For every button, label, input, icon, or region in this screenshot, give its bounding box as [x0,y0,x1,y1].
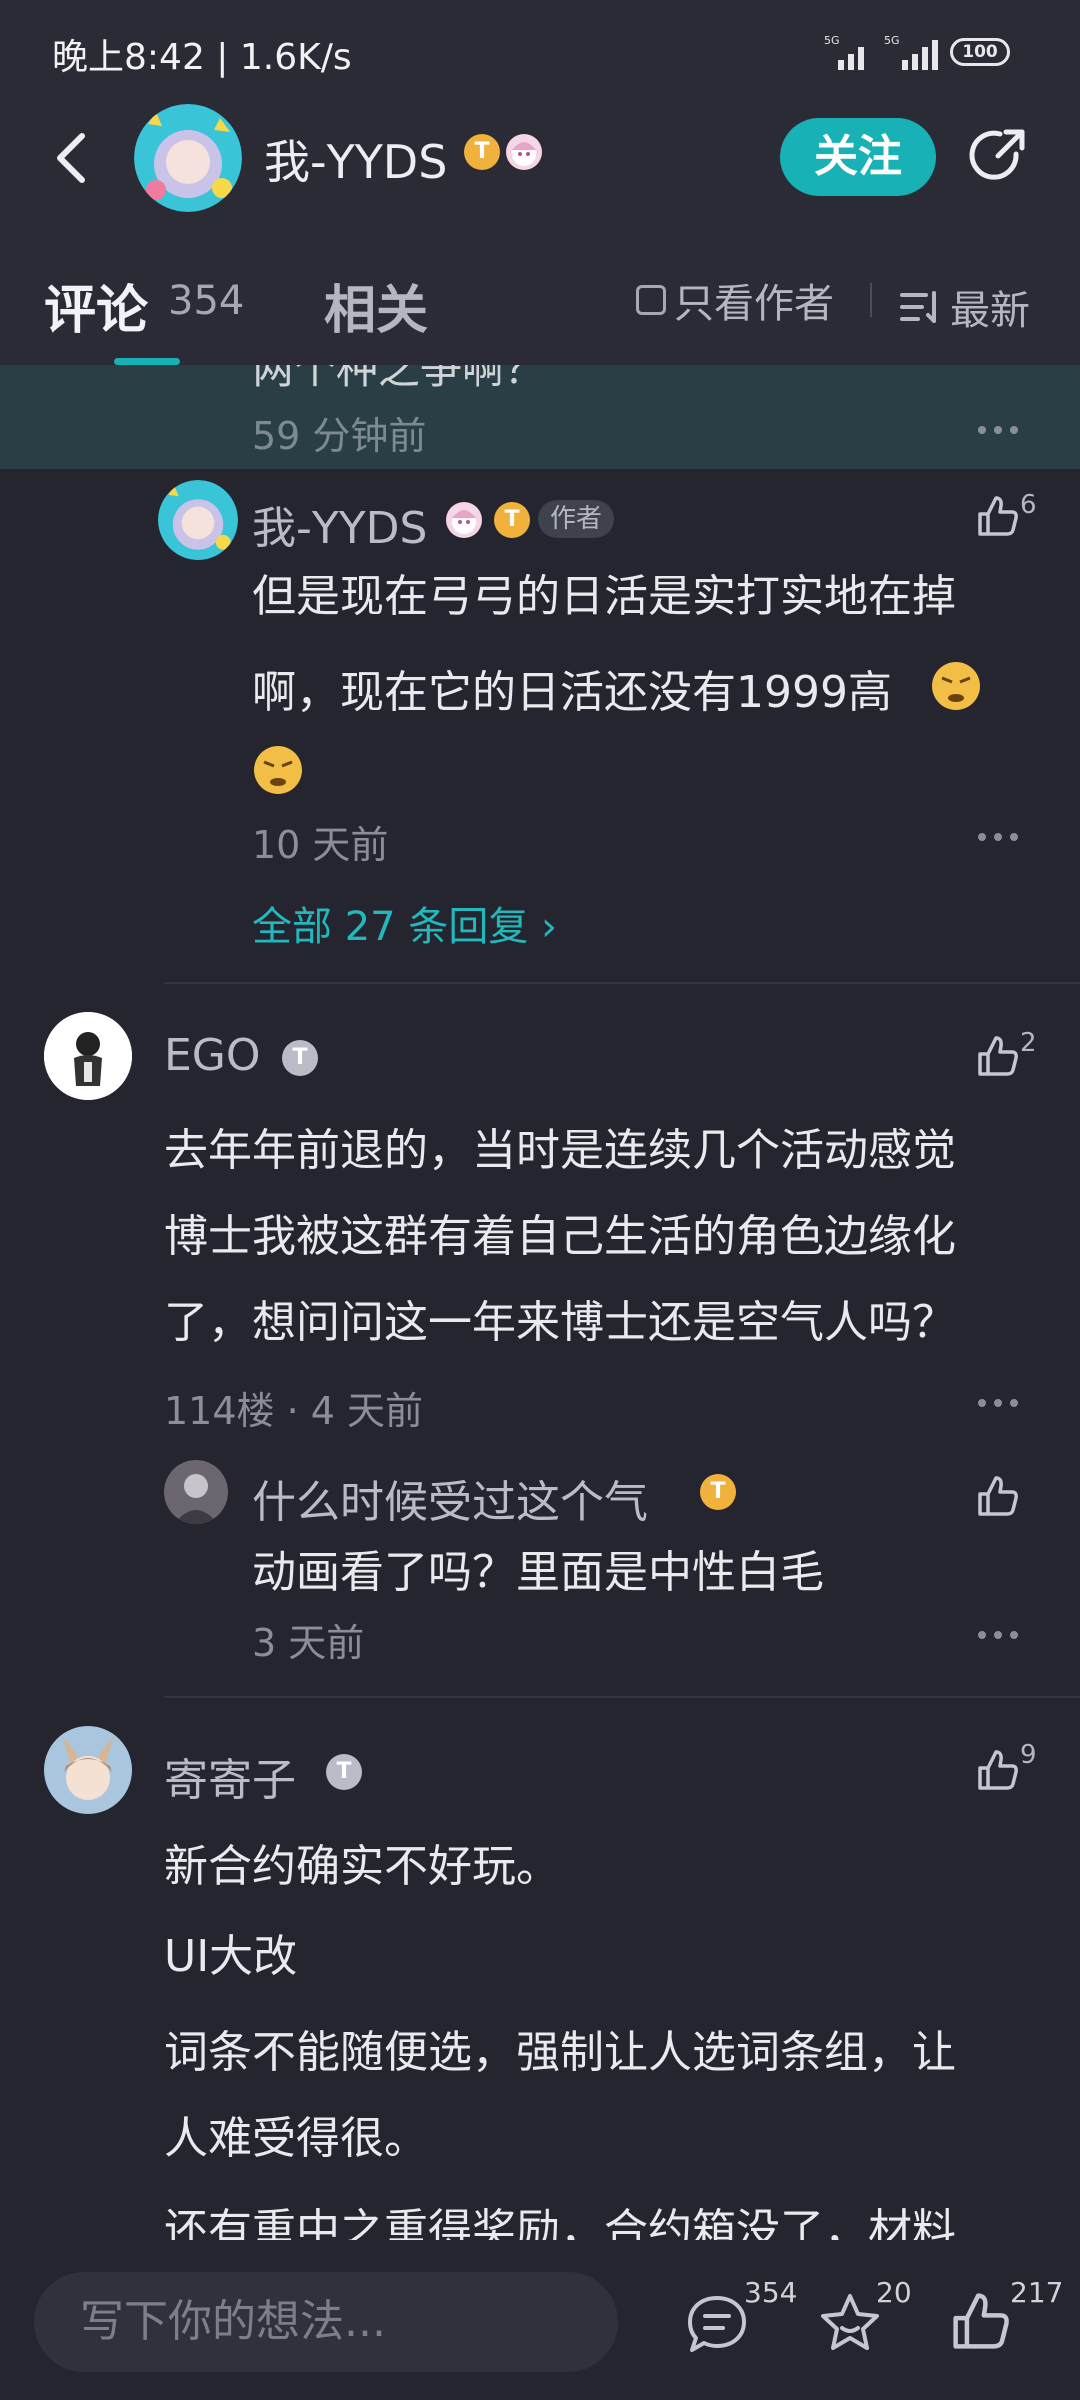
comment-body: 了，想问问这一年来博士还是空气人吗？ [164,1297,956,1348]
comment-input[interactable]: 写下你的想法... [34,2272,618,2372]
view-all-replies-link[interactable]: 全部 27 条回复 › [252,894,557,952]
thumbs-up-icon[interactable] [976,1474,1020,1518]
level-badge-icon: T [464,134,500,170]
comments-count: 354 [168,278,245,324]
level-badge-icon: T [494,502,530,538]
comment-author-name[interactable]: EGO [164,1030,261,1081]
tab-related[interactable]: 相关 [324,268,428,343]
like-count: 6 [1020,490,1037,520]
comment-icon[interactable] [686,2294,748,2354]
status-time: 晚上8:42 | 1.6K/s [52,37,352,78]
comment-body: 博士我被这群有着自己生活的角色边缘化 [164,1211,956,1262]
avatar[interactable] [164,1460,228,1524]
more-icon[interactable] [978,1630,1018,1640]
more-icon[interactable] [978,1398,1018,1408]
sort-label: 最新 [950,288,1030,334]
author-only-toggle[interactable]: 只看作者 [636,278,834,327]
divider [870,283,872,317]
highlighted-reply[interactable]: 两个种之争啊？ 59 分钟前 [0,365,1080,469]
comment-body: 人难受得很。 [164,2113,428,2164]
author-name: 我-YYDS [264,135,448,189]
comment-body: 新合约确实不好玩。 [164,1841,560,1892]
comment-author-name[interactable]: 寄寄子 [164,1744,296,1808]
avatar[interactable] [158,480,238,560]
comment-meta: 114楼 · 4 天前 [164,1389,424,1433]
reply-author-name[interactable]: 我-YYDS [252,492,427,556]
avatar[interactable] [44,1012,132,1100]
angry-emoji-icon [930,660,982,712]
thumbs-up-icon[interactable] [976,494,1020,538]
favorite-star-icon[interactable] [818,2292,882,2354]
thumbs-up-icon[interactable] [976,1748,1020,1792]
avatar[interactable] [44,1726,132,1814]
more-icon[interactable] [978,425,1018,435]
share-icon[interactable] [968,126,1028,186]
angry-emoji-icon [252,744,304,796]
level-badge-icon: T [282,1040,318,1076]
reply-time: 3 天前 [252,1621,365,1665]
author-tag: 作者 [538,500,615,538]
signal-icon: 5G [884,34,940,72]
thumbs-up-icon[interactable] [976,1034,1020,1078]
back-arrow-icon[interactable] [52,130,92,186]
comment-body: UI大改 [164,1931,298,1982]
active-tab-indicator [114,358,180,365]
checkbox-icon[interactable] [636,285,666,315]
like-count: 217 [1010,2276,1064,2309]
follow-button[interactable]: 关注 [780,118,936,196]
like-count: 9 [1020,1740,1037,1770]
reply-text: 两个种之争啊？ [252,365,547,393]
author-avatar[interactable] [134,104,242,212]
reply-author-name[interactable]: 什么时候受过这个气 [252,1466,648,1530]
signal-label: 5G [824,34,840,47]
signal-label: 5G [884,34,900,47]
signal-icon: 5G [824,34,874,72]
author-only-label: 只看作者 [674,281,834,327]
comment-body: 词条不能随便选，强制让人选词条组，让 [164,2027,956,2078]
comment-body: 去年年前退的，当时是连续几个活动感觉 [164,1125,956,1176]
comment-count: 354 [744,2276,798,2309]
battery-icon: 100 [950,38,1010,66]
like-count: 2 [1020,1028,1037,1058]
anime-badge-icon [446,502,482,538]
sort-button[interactable]: 最新 [900,278,1030,336]
like-thumbs-up-icon[interactable] [950,2290,1012,2352]
level-badge-icon: T [326,1754,362,1790]
divider [164,1696,1080,1698]
reply-body: 但是现在弓弓的日活是实打实地在掉 [252,571,956,622]
reply-time: 10 天前 [252,823,389,867]
favorite-count: 20 [876,2276,912,2309]
reply-body: 啊，现在它的日活还没有1999高 [252,667,892,718]
more-icon[interactable] [978,832,1018,842]
level-badge-icon: T [700,1474,736,1510]
tab-comments[interactable]: 评论 [44,268,148,343]
reply-time: 59 分钟前 [252,414,427,458]
sort-icon [900,289,940,325]
reply-body: 动画看了吗？里面是中性白毛 [252,1547,824,1598]
anime-badge-icon [506,134,542,170]
divider [164,982,1080,984]
